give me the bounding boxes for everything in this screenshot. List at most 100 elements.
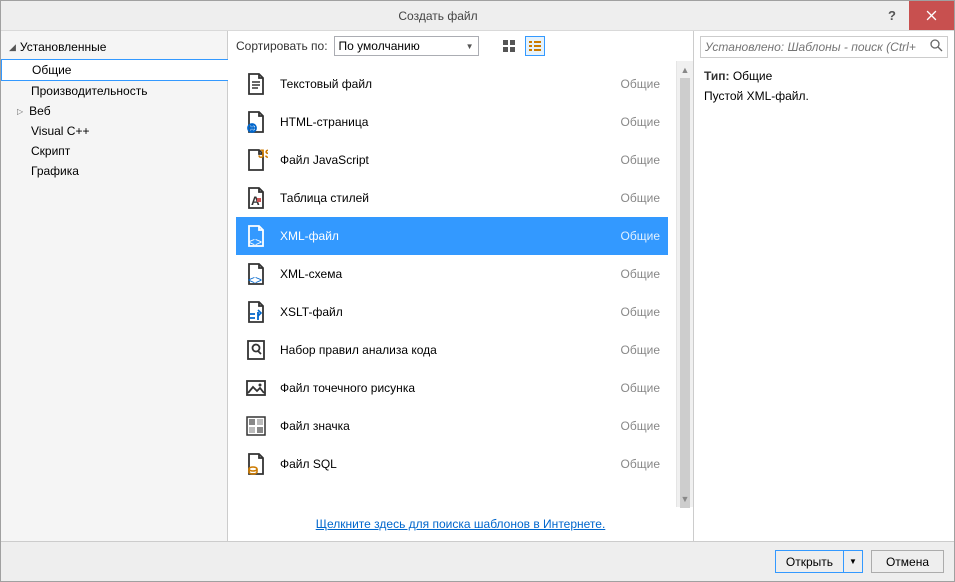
file-xslt-icon	[244, 300, 268, 324]
file-ico-icon	[244, 414, 268, 438]
help-button[interactable]: ?	[875, 1, 909, 30]
toolbar: Сортировать по: По умолчанию ▼	[228, 31, 693, 61]
template-name: XML-схема	[280, 267, 609, 281]
file-text-icon	[244, 72, 268, 96]
template-category: Общие	[621, 305, 660, 319]
open-button-dropdown[interactable]: ▼	[843, 551, 862, 572]
template-category: Общие	[621, 457, 660, 471]
details-description: Пустой XML-файл.	[704, 89, 944, 103]
dialog-window: Создать файл ? ◢ Установленные Общие Прои…	[0, 0, 955, 582]
template-category: Общие	[621, 381, 660, 395]
file-rules-icon	[244, 338, 268, 362]
sidebar-item-label: Производительность	[31, 84, 147, 98]
template-name: Файл SQL	[280, 457, 609, 471]
sidebar-item-label: Графика	[31, 164, 79, 178]
details-type-label: Тип:	[704, 69, 730, 83]
template-name: Файл точечного рисунка	[280, 381, 609, 395]
sidebar-item-label: Общие	[32, 63, 71, 77]
online-templates-link-wrap: Щелкните здесь для поиска шаблонов в Инт…	[228, 507, 693, 541]
sidebar-item-0[interactable]: Общие	[1, 59, 228, 81]
template-category: Общие	[621, 343, 660, 357]
template-name: XML-файл	[280, 229, 609, 243]
template-category: Общие	[621, 153, 660, 167]
search-box[interactable]	[700, 36, 948, 58]
scroll-down-button[interactable]: ▼	[677, 490, 693, 507]
svg-text:<>: <>	[248, 273, 262, 286]
template-name: Таблица стилей	[280, 191, 609, 205]
sidebar-item-label: Скрипт	[31, 144, 70, 158]
template-category: Общие	[621, 419, 660, 433]
svg-text:JS: JS	[258, 148, 268, 161]
center-pane: Сортировать по: По умолчанию ▼ Текстовый…	[228, 31, 694, 541]
sidebar-item-3[interactable]: Visual C++	[1, 121, 227, 141]
view-small-icons-button[interactable]	[525, 36, 545, 56]
template-list: Текстовый файл Общие HTML-страница Общие JS Ф…	[228, 61, 676, 507]
template-row[interactable]: XSLT-файл Общие	[236, 293, 668, 331]
sort-dropdown[interactable]: По умолчанию ▼	[334, 36, 479, 56]
file-js-icon: JS	[244, 148, 268, 172]
chevron-down-icon: ▼	[466, 42, 474, 51]
sidebar-header[interactable]: ◢ Установленные	[1, 37, 227, 57]
sidebar: ◢ Установленные Общие Производительность ▷…	[1, 31, 228, 541]
template-category: Общие	[621, 115, 660, 129]
list-icon	[528, 39, 542, 53]
collapse-icon: ◢	[9, 42, 16, 53]
template-name: HTML-страница	[280, 115, 609, 129]
sort-label: Сортировать по:	[236, 39, 328, 53]
scroll-thumb[interactable]	[680, 78, 690, 508]
view-medium-icons-button[interactable]	[499, 36, 519, 56]
open-button-label: Открыть	[776, 551, 843, 572]
template-row[interactable]: Файл точечного рисунка Общие	[236, 369, 668, 407]
template-row[interactable]: Файл SQL Общие	[236, 445, 668, 483]
expand-icon: ▷	[17, 107, 23, 116]
template-category: Общие	[621, 77, 660, 91]
svg-text:<>: <>	[248, 235, 262, 248]
template-row[interactable]: Текстовый файл Общие	[236, 65, 668, 103]
template-row[interactable]: Файл значка Общие	[236, 407, 668, 445]
template-name: Файл значка	[280, 419, 609, 433]
sidebar-item-label: Веб	[29, 104, 50, 118]
file-sql-icon	[244, 452, 268, 476]
template-category: Общие	[621, 267, 660, 281]
sidebar-item-5[interactable]: Графика	[1, 161, 227, 181]
template-name: Текстовый файл	[280, 77, 609, 91]
window-title: Создать файл	[1, 9, 875, 23]
details-pane: Тип: Общие Пустой XML-файл.	[694, 31, 954, 541]
template-row[interactable]: <> XML-файл Общие	[236, 217, 668, 255]
close-icon	[926, 10, 937, 21]
cancel-button[interactable]: Отмена	[871, 550, 944, 573]
titlebar: Создать файл ?	[1, 1, 954, 31]
file-html-icon	[244, 110, 268, 134]
scroll-up-button[interactable]: ▲	[677, 61, 693, 78]
template-category: Общие	[621, 191, 660, 205]
file-xml-icon: <>	[244, 224, 268, 248]
template-row[interactable]: <> XML-схема Общие	[236, 255, 668, 293]
file-bmp-icon	[244, 376, 268, 400]
close-button[interactable]	[909, 1, 954, 30]
sidebar-header-label: Установленные	[20, 40, 106, 54]
online-templates-link[interactable]: Щелкните здесь для поиска шаблонов в Инт…	[316, 517, 606, 531]
template-row[interactable]: AТаблица стилейОбщие	[236, 179, 668, 217]
scrollbar[interactable]: ▲ ▼	[676, 61, 693, 507]
template-row[interactable]: JS Файл JavaScript Общие	[236, 141, 668, 179]
grid-icon	[502, 39, 516, 53]
button-bar: Открыть ▼ Отмена	[1, 541, 954, 581]
sidebar-item-4[interactable]: Скрипт	[1, 141, 227, 161]
open-button[interactable]: Открыть ▼	[775, 550, 863, 573]
template-row[interactable]: Набор правил анализа кода Общие	[236, 331, 668, 369]
search-icon	[930, 39, 943, 55]
file-xsd-icon: <>	[244, 262, 268, 286]
template-category: Общие	[621, 229, 660, 243]
template-name: XSLT-файл	[280, 305, 609, 319]
details-type-row: Тип: Общие	[704, 69, 944, 83]
search-input[interactable]	[705, 40, 926, 54]
template-row[interactable]: HTML-страница Общие	[236, 103, 668, 141]
template-name: Набор правил анализа кода	[280, 343, 609, 357]
details-type-value: Общие	[733, 69, 772, 83]
sidebar-item-label: Visual C++	[31, 124, 89, 138]
sort-value: По умолчанию	[339, 39, 420, 53]
cancel-button-label: Отмена	[886, 555, 929, 569]
template-name: Файл JavaScript	[280, 153, 609, 167]
sidebar-item-2[interactable]: ▷ Веб	[1, 101, 227, 121]
sidebar-item-1[interactable]: Производительность	[1, 81, 227, 101]
